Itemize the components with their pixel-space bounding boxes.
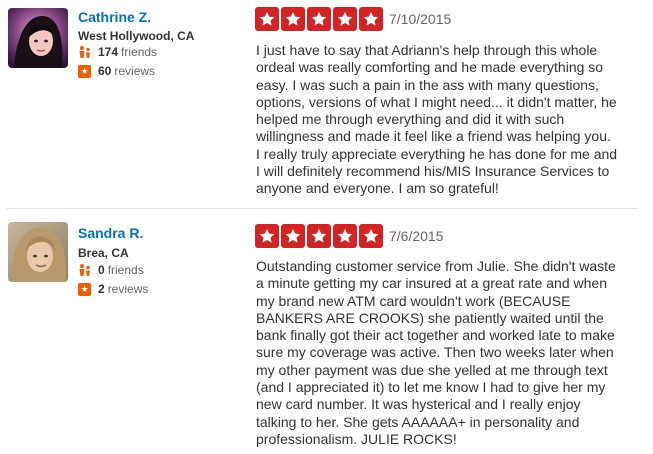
star-icon (307, 7, 331, 31)
star-icon (255, 224, 279, 248)
friends-icon (78, 45, 92, 59)
review-date: 7/10/2015 (389, 11, 452, 27)
friends-label: friends (107, 263, 144, 277)
user-avatar[interactable] (8, 8, 68, 68)
friends-number: 174 (98, 45, 119, 59)
star-rating (255, 224, 385, 248)
review-text-line: I just have to say that Adriann's help t… (256, 42, 598, 58)
review-text-line: willingness and made it feel like a frie… (256, 128, 611, 145)
friends-label: friends (121, 45, 158, 59)
reviews-count: ★ 60 reviews (78, 63, 155, 79)
star-icon (333, 224, 357, 248)
review-date: 7/6/2015 (389, 228, 444, 244)
review-star-icon: ★ (78, 282, 91, 296)
review-text-line: BANKERS ARE CROOKS) she patiently waited… (256, 309, 604, 326)
friends-count: 0 friends (78, 262, 144, 278)
user-location: Brea, CA (78, 246, 129, 260)
star-icon (281, 224, 305, 248)
review-text-line: new card number. It was hysterical and I… (256, 396, 581, 413)
review-text-line: easy. I was such a pain in the ass with … (256, 76, 599, 93)
friends-number: 0 (98, 263, 105, 277)
reviews-count: ★ 2 reviews (78, 281, 148, 297)
star-icon (333, 7, 357, 31)
star-rating (255, 7, 385, 31)
review-text-line: a minute getting my car insured at a gre… (256, 275, 607, 292)
reviews-label: reviews (107, 282, 149, 296)
star-icon (359, 224, 383, 248)
review-text-line: bank finally got their act together and … (256, 327, 615, 344)
review-text-line: talking to her. She gets AAAAAA+ in pers… (256, 413, 580, 430)
review-text-line: professionalism. JULIE ROCKS! (256, 430, 457, 447)
star-icon (281, 7, 305, 31)
reviews-label: reviews (114, 64, 156, 78)
user-name-link[interactable]: Sandra R. (78, 225, 143, 241)
review-text-line: (and I appreciated it) to let me know I … (256, 379, 606, 396)
review-text-line: Outstanding customer service from Julie.… (256, 258, 616, 274)
user-name-link[interactable]: Cathrine Z. (78, 9, 151, 25)
review-text-line: options, versions of what I might need..… (256, 93, 617, 110)
star-icon (307, 224, 331, 248)
review-text: I just have to say that Adriann's help t… (256, 42, 636, 198)
review-text-line: ordeal was really comforting and he made… (256, 59, 604, 76)
star-icon (359, 7, 383, 31)
star-icon (255, 7, 279, 31)
review-text-line: anyone and everyone. I am so grateful! (256, 180, 499, 197)
review-text-line: sure my coverage was active. Then two we… (256, 344, 614, 361)
reviews-number: 60 (98, 64, 112, 78)
review-text: Outstanding customer service from Julie.… (256, 258, 636, 448)
review-text-line: helped me through everything and did it … (256, 111, 565, 128)
review-item: Cathrine Z. West Hollywood, CA 174 frien… (0, 0, 653, 209)
user-location: West Hollywood, CA (78, 29, 195, 43)
review-text-line: my other payment was due she yelled at m… (256, 361, 608, 378)
friends-count: 174 friends (78, 44, 157, 60)
review-text-line: my brand new ATM card wouldn't work (BEC… (256, 292, 571, 309)
review-text-line: I will definitely recommend his/MIS Insu… (256, 163, 610, 180)
reviews-number: 2 (98, 282, 105, 296)
review-item: Sandra R. Brea, CA 0 friends ★ 2 reviews… (0, 209, 653, 454)
user-avatar[interactable] (8, 222, 68, 282)
review-star-icon: ★ (78, 64, 91, 78)
friends-icon (78, 263, 92, 277)
review-text-line: I really truly appreciate everything he … (256, 145, 618, 162)
